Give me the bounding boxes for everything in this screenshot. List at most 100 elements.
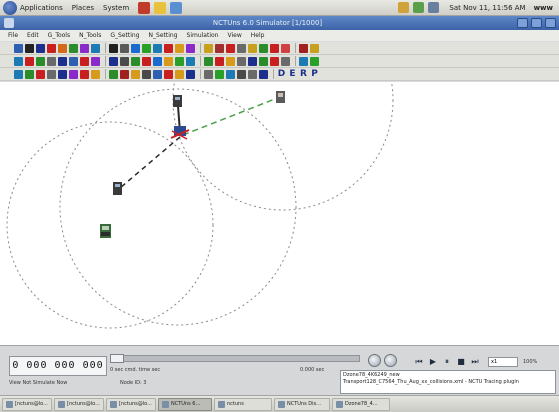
window-menu-icon[interactable] [4, 18, 14, 28]
update-tray-icon[interactable] [398, 2, 410, 13]
link-tool-button[interactable] [25, 56, 34, 66]
menu-n-tools[interactable]: N_Tools [79, 32, 101, 39]
link-tool-button[interactable] [153, 56, 162, 66]
device-tool-button[interactable] [14, 43, 23, 53]
panel-clock[interactable]: Sat Nov 11, 11:56 AM [449, 4, 525, 12]
taskbar-task[interactable]: [nctuns@lo... [54, 397, 104, 411]
taskbar-task[interactable]: [nctuns@lo... [106, 397, 156, 411]
device-tool-button[interactable] [58, 43, 67, 53]
menu-places[interactable]: Places [72, 4, 94, 12]
link-tool-button[interactable] [215, 56, 224, 66]
mail-launcher-icon[interactable] [154, 1, 167, 14]
link-tool-button[interactable] [281, 56, 290, 66]
device-tool-button[interactable] [237, 43, 246, 53]
device-tool-button[interactable] [248, 43, 257, 53]
menu-edit[interactable]: Edit [27, 32, 39, 39]
link-tool-button[interactable] [58, 56, 67, 66]
taskbar-task[interactable]: NCTUns Dis... [274, 397, 330, 411]
link-tool-button[interactable] [91, 56, 100, 66]
link-tool-button[interactable] [164, 56, 173, 66]
menu-g-tools[interactable]: G_Tools [48, 32, 70, 39]
edit-property-mode-button[interactable]: E [288, 69, 297, 79]
mode-tool-button[interactable] [91, 69, 100, 79]
device-tool-button[interactable] [131, 43, 140, 53]
link-tool-button[interactable] [14, 56, 23, 66]
link-tool-button[interactable] [69, 56, 78, 66]
link-router-mid[interactable] [119, 136, 181, 189]
stop-icon[interactable]: ■ [456, 357, 466, 367]
mode-tool-button[interactable] [69, 69, 78, 79]
mode-tool-button[interactable] [226, 69, 235, 79]
node-mid[interactable] [113, 182, 122, 195]
link-tool-button[interactable] [270, 56, 279, 66]
mode-tool-button[interactable] [80, 69, 89, 79]
device-tool-button[interactable] [109, 43, 118, 53]
link-router-right[interactable] [182, 96, 281, 136]
network-tray-icon[interactable] [413, 2, 425, 13]
link-tool-button[interactable] [80, 56, 89, 66]
device-tool-button[interactable] [164, 43, 173, 53]
draw-topology-mode-button[interactable]: D [277, 69, 286, 79]
mode-tool-button[interactable] [164, 69, 173, 79]
taskbar-task[interactable]: [nctuns@lo... [2, 397, 52, 411]
taskbar-task[interactable]: nctuns [214, 397, 272, 411]
device-tool-button[interactable] [47, 43, 56, 53]
device-tool-button[interactable] [120, 43, 129, 53]
device-tool-button[interactable] [281, 43, 290, 53]
device-tool-button[interactable] [36, 43, 45, 53]
topology-canvas[interactable] [0, 82, 559, 345]
zoom-in-icon[interactable] [368, 354, 381, 367]
device-tool-button[interactable] [153, 43, 162, 53]
device-tool-button[interactable] [69, 43, 78, 53]
taskbar-task[interactable]: Dzone78_4... [332, 397, 390, 411]
mode-tool-button[interactable] [204, 69, 213, 79]
device-tool-button[interactable] [299, 43, 308, 53]
run-simulation-mode-button[interactable]: R [299, 69, 308, 79]
menu-n-setting[interactable]: N_Setting [149, 32, 178, 39]
link-tool-button[interactable] [175, 56, 184, 66]
mode-tool-button[interactable] [175, 69, 184, 79]
menu-g-setting[interactable]: G_Setting [110, 32, 139, 39]
help-launcher-icon[interactable] [170, 1, 183, 14]
device-tool-button[interactable] [142, 43, 151, 53]
link-tool-button[interactable] [237, 56, 246, 66]
menu-help[interactable]: Help [251, 32, 265, 39]
device-tool-button[interactable] [204, 43, 213, 53]
taskbar-task[interactable]: NCTUns 6... [158, 397, 212, 411]
step-back-icon[interactable]: ⏮ [414, 357, 424, 367]
device-tool-button[interactable] [270, 43, 279, 53]
menu-file[interactable]: File [8, 32, 18, 39]
device-tool-button[interactable] [175, 43, 184, 53]
mode-tool-button[interactable] [248, 69, 257, 79]
device-tool-button[interactable] [310, 43, 319, 53]
panel-user[interactable]: www [534, 4, 553, 12]
play-icon[interactable]: ▶ [428, 357, 438, 367]
node-top[interactable] [173, 95, 182, 107]
volume-tray-icon[interactable] [428, 2, 440, 13]
node-bottom[interactable] [100, 224, 111, 238]
link-tool-button[interactable] [186, 56, 195, 66]
device-tool-button[interactable] [186, 43, 195, 53]
progress-slider-thumb[interactable] [110, 354, 124, 363]
mode-tool-button[interactable] [131, 69, 140, 79]
progress-slider-track[interactable] [110, 355, 360, 362]
mode-tool-button[interactable] [259, 69, 268, 79]
link-tool-button[interactable] [36, 56, 45, 66]
link-tool-button[interactable] [259, 56, 268, 66]
node-right[interactable] [276, 91, 285, 103]
link-tool-button[interactable] [226, 56, 235, 66]
playback-mode-button[interactable]: P [310, 69, 319, 79]
device-tool-button[interactable] [80, 43, 89, 53]
device-tool-button[interactable] [215, 43, 224, 53]
device-tool-button[interactable] [259, 43, 268, 53]
link-tool-button[interactable] [47, 56, 56, 66]
mode-tool-button[interactable] [58, 69, 67, 79]
mode-tool-button[interactable] [215, 69, 224, 79]
link-tool-button[interactable] [142, 56, 151, 66]
maximize-button[interactable] [531, 18, 542, 28]
mode-tool-button[interactable] [237, 69, 246, 79]
menu-system[interactable]: System [103, 4, 129, 12]
link-tool-button[interactable] [120, 56, 129, 66]
link-tool-button[interactable] [310, 56, 319, 66]
mode-tool-button[interactable] [109, 69, 118, 79]
